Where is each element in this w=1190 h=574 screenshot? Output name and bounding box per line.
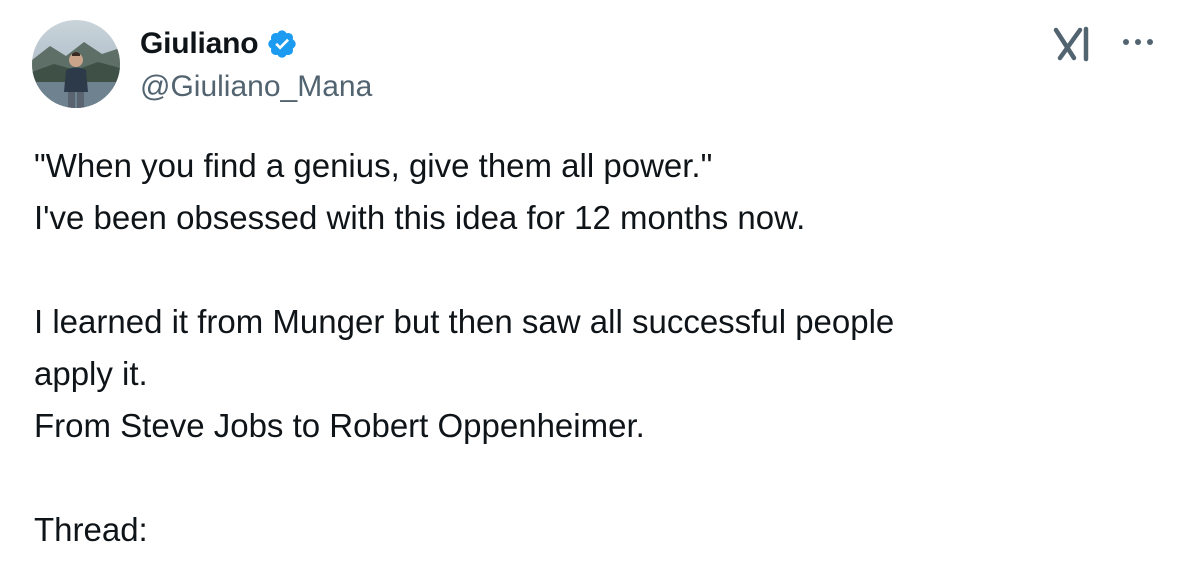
tweet-line: I learned it from Munger but then saw al…	[34, 303, 895, 340]
tweet-line: I've been obsessed with this idea for 12…	[34, 199, 806, 236]
avatar-image	[32, 20, 120, 108]
author-display-name[interactable]: Giuliano	[140, 24, 259, 64]
tweet-line: From Steve Jobs to Robert Oppenheimer.	[34, 407, 645, 444]
tweet-text: "When you find a genius, give them all p…	[34, 140, 1154, 556]
verified-badge-icon[interactable]	[266, 28, 298, 60]
avatar[interactable]	[32, 20, 120, 108]
tweet-line: apply it.	[34, 355, 148, 392]
author-name-row: Giuliano	[140, 24, 298, 64]
tweet-line: Thread:	[34, 511, 148, 548]
tweet-line: "When you find a genius, give them all p…	[34, 147, 713, 184]
more-options-icon[interactable]	[1118, 30, 1158, 54]
x-grok-logo-icon[interactable]	[1052, 26, 1092, 62]
author-handle[interactable]: @Giuliano_Mana	[140, 68, 372, 106]
